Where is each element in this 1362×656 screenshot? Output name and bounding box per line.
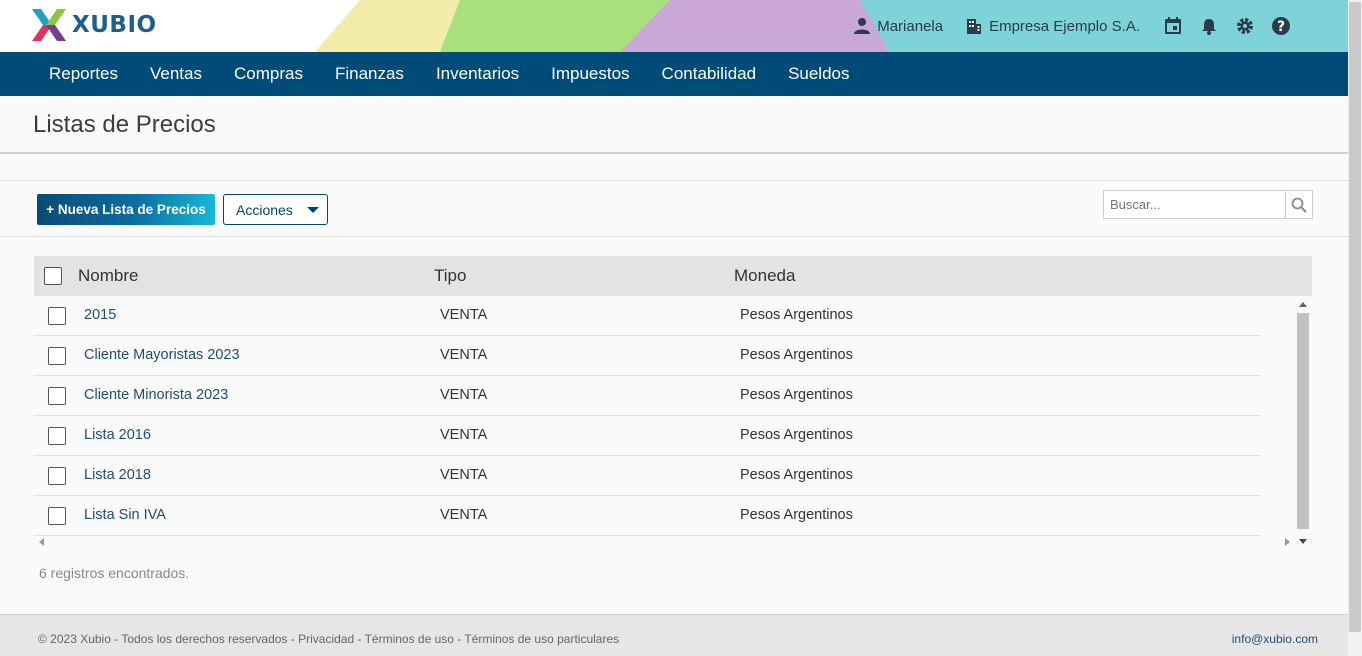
table-body: 2015 VENTA Pesos Argentinos Cliente Mayo… bbox=[34, 296, 1260, 536]
nav-item-sueldos[interactable]: Sueldos bbox=[772, 52, 865, 96]
row-tipo: VENTA bbox=[440, 387, 488, 403]
row-checkbox[interactable] bbox=[48, 427, 66, 445]
scroll-up-icon[interactable] bbox=[1299, 302, 1307, 307]
help-button[interactable]: ? bbox=[1270, 15, 1292, 37]
user-menu[interactable]: Marianela bbox=[853, 17, 943, 35]
table-row[interactable]: Cliente Minorista 2023 VENTA Pesos Argen… bbox=[34, 376, 1260, 416]
top-bar: XUBIO Marianela Empresa Ejemplo S.A. ? bbox=[0, 0, 1348, 52]
logo-x-icon bbox=[32, 9, 66, 41]
help-icon: ? bbox=[1272, 17, 1290, 35]
row-checkbox[interactable] bbox=[48, 347, 66, 365]
table-row[interactable]: Lista 2016 VENTA Pesos Argentinos bbox=[34, 416, 1260, 456]
scroll-left-icon[interactable] bbox=[39, 538, 44, 546]
user-name: Marianela bbox=[877, 17, 944, 35]
building-icon bbox=[967, 19, 982, 34]
row-checkbox[interactable] bbox=[48, 307, 66, 325]
search-box bbox=[1103, 190, 1313, 219]
xubio-logo[interactable]: XUBIO bbox=[32, 9, 157, 41]
row-moneda: Pesos Argentinos bbox=[740, 387, 853, 403]
bell-icon bbox=[1202, 19, 1216, 35]
row-checkbox[interactable] bbox=[48, 387, 66, 405]
header-actions: Marianela Empresa Ejemplo S.A. ? bbox=[853, 0, 1292, 52]
table-vertical-scrollbar[interactable] bbox=[1296, 300, 1310, 546]
nav-item-impuestos[interactable]: Impuestos bbox=[535, 52, 645, 96]
column-header-moneda[interactable]: Moneda bbox=[734, 266, 795, 286]
row-tipo: VENTA bbox=[440, 467, 488, 483]
row-name-link[interactable]: Lista 2018 bbox=[84, 467, 151, 483]
row-moneda: Pesos Argentinos bbox=[740, 427, 853, 443]
row-checkbox[interactable] bbox=[48, 507, 66, 525]
table-row[interactable]: Lista 2018 VENTA Pesos Argentinos bbox=[34, 456, 1260, 496]
row-name-link[interactable]: 2015 bbox=[84, 307, 116, 323]
nav-item-finanzas[interactable]: Finanzas bbox=[319, 52, 420, 96]
row-moneda: Pesos Argentinos bbox=[740, 347, 853, 363]
row-name-link[interactable]: Lista 2016 bbox=[84, 427, 151, 443]
gear-icon bbox=[1237, 18, 1253, 34]
table-row[interactable]: Lista Sin IVA VENTA Pesos Argentinos bbox=[34, 496, 1260, 536]
nav-item-contabilidad[interactable]: Contabilidad bbox=[646, 52, 773, 96]
column-header-nombre[interactable]: Nombre bbox=[78, 266, 138, 286]
row-checkbox[interactable] bbox=[48, 467, 66, 485]
scroll-right-icon[interactable] bbox=[1285, 538, 1290, 546]
footer-email-link[interactable]: info@xubio.com bbox=[1232, 632, 1318, 646]
select-all-checkbox[interactable] bbox=[44, 267, 62, 285]
toolbar: + Nueva Lista de Precios Acciones bbox=[0, 180, 1348, 237]
column-header-tipo[interactable]: Tipo bbox=[434, 266, 466, 286]
title-area: Listas de Precios bbox=[0, 96, 1348, 154]
calendar-button[interactable] bbox=[1162, 15, 1184, 37]
nav-item-compras[interactable]: Compras bbox=[218, 52, 319, 96]
table-row[interactable]: 2015 VENTA Pesos Argentinos bbox=[34, 296, 1260, 336]
nav-item-inventarios[interactable]: Inventarios bbox=[420, 52, 535, 96]
settings-button[interactable] bbox=[1234, 15, 1256, 37]
row-tipo: VENTA bbox=[440, 347, 488, 363]
search-icon bbox=[1291, 197, 1307, 213]
calendar-icon bbox=[1165, 17, 1181, 34]
footer-copyright[interactable]: © 2023 Xubio - Todos los derechos reserv… bbox=[38, 632, 619, 646]
actions-label: Acciones bbox=[236, 201, 293, 218]
page-scroll-thumb[interactable] bbox=[1349, 2, 1361, 632]
company-menu[interactable]: Empresa Ejemplo S.A. bbox=[965, 17, 1140, 35]
table-row[interactable]: Cliente Mayoristas 2023 VENTA Pesos Arge… bbox=[34, 336, 1260, 376]
company-name: Empresa Ejemplo S.A. bbox=[989, 17, 1140, 35]
row-name-link[interactable]: Cliente Minorista 2023 bbox=[84, 387, 228, 403]
scroll-down-icon[interactable] bbox=[1299, 539, 1307, 544]
search-input[interactable] bbox=[1104, 191, 1285, 218]
page-title: Listas de Precios bbox=[33, 111, 216, 138]
new-price-list-button[interactable]: + Nueva Lista de Precios bbox=[37, 194, 215, 225]
row-moneda: Pesos Argentinos bbox=[740, 507, 853, 523]
row-moneda: Pesos Argentinos bbox=[740, 467, 853, 483]
nav-item-ventas[interactable]: Ventas bbox=[134, 52, 218, 96]
row-name-link[interactable]: Cliente Mayoristas 2023 bbox=[84, 347, 240, 363]
scroll-thumb[interactable] bbox=[1297, 313, 1309, 529]
actions-dropdown[interactable]: Acciones bbox=[223, 194, 328, 225]
row-tipo: VENTA bbox=[440, 507, 488, 523]
footer: © 2023 Xubio - Todos los derechos reserv… bbox=[0, 614, 1348, 656]
table-header: Nombre Tipo Moneda bbox=[34, 256, 1312, 296]
user-icon bbox=[854, 18, 871, 34]
notifications-button[interactable] bbox=[1198, 15, 1220, 37]
records-count: 6 registros encontrados. bbox=[39, 565, 190, 581]
row-tipo: VENTA bbox=[440, 307, 488, 323]
main-nav: Reportes Ventas Compras Finanzas Inventa… bbox=[0, 52, 1348, 96]
page-scrollbar[interactable] bbox=[1348, 0, 1362, 656]
caret-down-icon bbox=[307, 207, 319, 213]
row-moneda: Pesos Argentinos bbox=[740, 307, 853, 323]
nav-item-reportes[interactable]: Reportes bbox=[33, 52, 134, 96]
search-button[interactable] bbox=[1285, 191, 1312, 218]
brand-name: XUBIO bbox=[72, 12, 157, 38]
row-name-link[interactable]: Lista Sin IVA bbox=[84, 507, 166, 523]
svg-text:?: ? bbox=[1277, 19, 1285, 35]
row-tipo: VENTA bbox=[440, 427, 488, 443]
